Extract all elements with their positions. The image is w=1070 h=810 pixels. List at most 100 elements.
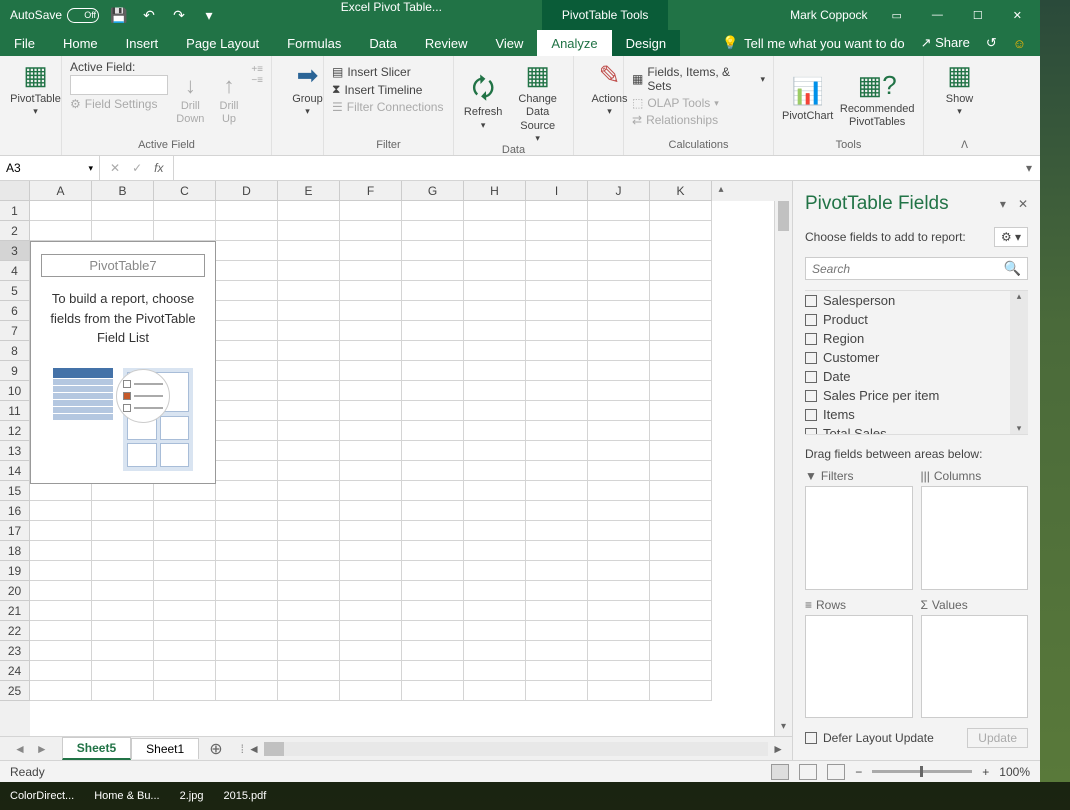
cell[interactable] [92, 641, 154, 661]
col-header[interactable]: C [154, 181, 216, 201]
cell[interactable] [588, 261, 650, 281]
cell[interactable] [402, 301, 464, 321]
cell[interactable] [464, 241, 526, 261]
tab-formulas[interactable]: Formulas [273, 30, 355, 56]
cell[interactable] [526, 301, 588, 321]
pivotchart-button[interactable]: 📊 PivotChart [782, 60, 833, 139]
values-drop-area[interactable] [921, 615, 1029, 719]
cell[interactable] [588, 241, 650, 261]
cell[interactable] [464, 201, 526, 221]
select-all-corner[interactable] [0, 181, 30, 201]
cell[interactable] [526, 441, 588, 461]
cell[interactable] [216, 241, 278, 261]
cell[interactable] [588, 641, 650, 661]
cell[interactable] [650, 661, 712, 681]
row-header[interactable]: 25 [0, 681, 30, 701]
cell[interactable] [588, 521, 650, 541]
cell[interactable] [402, 201, 464, 221]
tab-data[interactable]: Data [355, 30, 410, 56]
cell[interactable] [154, 481, 216, 501]
cell[interactable] [278, 621, 340, 641]
name-box[interactable]: A3▾ [0, 156, 100, 180]
cell[interactable] [278, 221, 340, 241]
tab-view[interactable]: View [481, 30, 537, 56]
cell[interactable] [340, 621, 402, 641]
cell[interactable] [526, 501, 588, 521]
cell[interactable] [216, 421, 278, 441]
cell[interactable] [650, 201, 712, 221]
cell[interactable] [216, 281, 278, 301]
cell[interactable] [464, 601, 526, 621]
field-checkbox[interactable] [805, 371, 817, 383]
cell[interactable] [588, 481, 650, 501]
row-header[interactable]: 2 [0, 221, 30, 241]
cell[interactable] [30, 541, 92, 561]
cell[interactable] [216, 521, 278, 541]
cell[interactable] [650, 561, 712, 581]
cell[interactable] [340, 261, 402, 281]
cell[interactable] [278, 601, 340, 621]
cell[interactable] [588, 661, 650, 681]
cell[interactable] [402, 541, 464, 561]
pivottable-button[interactable]: ▦ PivotTable ▾ [8, 60, 63, 117]
cell[interactable] [402, 441, 464, 461]
cell[interactable] [278, 641, 340, 661]
cell[interactable] [340, 681, 402, 701]
fields-dropdown-icon[interactable]: ▾ [1000, 197, 1006, 211]
cell[interactable] [154, 601, 216, 621]
cell[interactable] [340, 401, 402, 421]
cell[interactable] [402, 421, 464, 441]
add-sheet-button[interactable]: ⊕ [199, 739, 232, 759]
row-header[interactable]: 14 [0, 461, 30, 481]
update-button[interactable]: Update [967, 728, 1028, 748]
cell[interactable] [30, 221, 92, 241]
tab-home[interactable]: Home [49, 30, 112, 56]
cell[interactable] [216, 581, 278, 601]
cell[interactable] [92, 481, 154, 501]
col-header[interactable]: F [340, 181, 402, 201]
recommended-pivottables-button[interactable]: ▦? Recommended PivotTables [839, 60, 915, 139]
cell[interactable] [92, 681, 154, 701]
cell[interactable] [464, 521, 526, 541]
redo-icon[interactable]: ↷ [169, 7, 189, 24]
cell[interactable] [402, 501, 464, 521]
cell[interactable] [340, 561, 402, 581]
cell[interactable] [154, 501, 216, 521]
cell[interactable] [526, 421, 588, 441]
cell[interactable] [154, 561, 216, 581]
field-item[interactable]: Total Sales [805, 424, 1028, 435]
cell[interactable] [464, 561, 526, 581]
tab-design[interactable]: Design [612, 30, 680, 56]
cell[interactable] [340, 241, 402, 261]
cell[interactable] [216, 301, 278, 321]
cell[interactable] [278, 541, 340, 561]
cell[interactable] [278, 341, 340, 361]
cell[interactable] [92, 221, 154, 241]
cell[interactable] [526, 681, 588, 701]
taskbar-item[interactable]: ColorDirect... [6, 790, 78, 802]
cell[interactable] [526, 601, 588, 621]
cell[interactable] [650, 541, 712, 561]
cell[interactable] [650, 281, 712, 301]
cell[interactable] [92, 581, 154, 601]
insert-timeline-button[interactable]: ⧗Insert Timeline [332, 81, 445, 98]
tab-analyze[interactable]: Analyze [537, 30, 611, 56]
cell[interactable] [588, 621, 650, 641]
cell[interactable] [92, 601, 154, 621]
cell[interactable] [650, 301, 712, 321]
cell[interactable] [464, 661, 526, 681]
cell[interactable] [154, 621, 216, 641]
cell[interactable] [402, 661, 464, 681]
row-header[interactable]: 23 [0, 641, 30, 661]
cell[interactable] [402, 601, 464, 621]
cell[interactable] [278, 681, 340, 701]
show-button[interactable]: ▦ Show▾ [932, 60, 987, 117]
cell[interactable] [588, 421, 650, 441]
field-settings-button[interactable]: ⚙Field Settings [70, 96, 168, 112]
cell[interactable] [278, 281, 340, 301]
cell[interactable] [650, 261, 712, 281]
fields-search-input[interactable] [812, 262, 1004, 276]
cell[interactable] [464, 541, 526, 561]
cell[interactable] [526, 341, 588, 361]
defer-checkbox[interactable] [805, 732, 817, 744]
